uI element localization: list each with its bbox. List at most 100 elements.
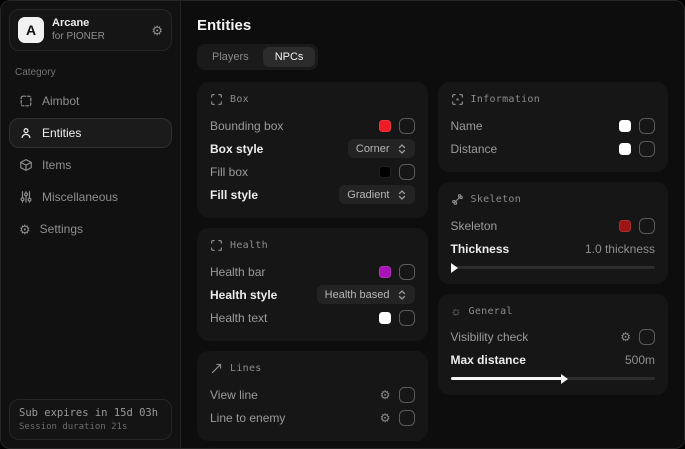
info-scan-icon xyxy=(451,93,464,106)
bone-icon xyxy=(451,193,464,206)
brand-text: Arcane for PIONER xyxy=(52,17,143,43)
sidebar-item-settings[interactable]: ⚙ Settings xyxy=(9,214,172,244)
sidebar: A Arcane for PIONER ⚙ Category Aimbot xyxy=(1,1,181,448)
checkbox[interactable] xyxy=(399,310,415,326)
right-column: Information Name Distance xyxy=(438,82,669,395)
setting-label: Line to enemy xyxy=(210,411,285,425)
setting-label: Max distance xyxy=(451,353,526,367)
dropdown-value: Health based xyxy=(325,289,390,301)
general-icon: ☼ xyxy=(451,305,462,317)
setting-row-thickness: Thickness 1.0 thickness xyxy=(451,237,656,260)
setting-row-name: Name xyxy=(451,114,656,137)
checkbox[interactable] xyxy=(399,264,415,280)
slider-handle[interactable] xyxy=(561,374,568,384)
subscription-card: Sub expires in 15d 03h Session duration … xyxy=(9,399,172,440)
section-title: Health xyxy=(230,240,268,251)
setting-label: Health text xyxy=(210,311,267,325)
color-swatch[interactable] xyxy=(379,166,391,178)
setting-row-visibility-check: Visibility check ⚙ xyxy=(451,325,656,348)
sidebar-item-label: Aimbot xyxy=(42,94,79,108)
slider-fill xyxy=(451,377,563,380)
setting-label: Fill style xyxy=(210,188,258,202)
setting-row-box-style: Box style Corner xyxy=(210,137,415,160)
setting-label: Distance xyxy=(451,142,498,156)
cube-icon xyxy=(19,158,33,172)
checkbox[interactable] xyxy=(399,164,415,180)
chevrons-up-down-icon xyxy=(397,144,407,154)
sidebar-item-entities[interactable]: Entities xyxy=(9,118,172,148)
tab-group: Players NPCs xyxy=(197,44,318,70)
session-duration-text: Session duration 21s xyxy=(19,422,162,432)
setting-row-view-line: View line ⚙ xyxy=(210,383,415,406)
fill-style-dropdown[interactable]: Gradient xyxy=(339,185,414,204)
gear-icon[interactable]: ⚙ xyxy=(151,24,163,37)
setting-label: Health bar xyxy=(210,265,265,279)
setting-row-fill-box: Fill box xyxy=(210,160,415,183)
sidebar-item-label: Items xyxy=(42,158,71,172)
setting-row-health-text: Health text xyxy=(210,306,415,329)
setting-label: Box style xyxy=(210,142,263,156)
gear-icon[interactable]: ⚙ xyxy=(620,331,631,343)
app-name: Arcane xyxy=(52,17,143,31)
sidebar-item-items[interactable]: Items xyxy=(9,150,172,180)
checkbox[interactable] xyxy=(399,118,415,134)
tab-players[interactable]: Players xyxy=(200,47,261,67)
thickness-slider[interactable] xyxy=(451,266,656,269)
sidebar-item-miscellaneous[interactable]: Miscellaneous xyxy=(9,182,172,212)
checkbox[interactable] xyxy=(399,410,415,426)
sidebar-item-label: Settings xyxy=(40,222,83,236)
color-swatch[interactable] xyxy=(619,143,631,155)
app-subtitle: for PIONER xyxy=(52,31,143,44)
setting-row-health-bar: Health bar xyxy=(210,260,415,283)
sub-expiry-text: Sub expires in 15d 03h xyxy=(19,407,162,419)
box-style-dropdown[interactable]: Corner xyxy=(348,139,415,158)
setting-label: Skeleton xyxy=(451,219,498,233)
gear-icon[interactable]: ⚙ xyxy=(380,412,391,424)
sidebar-nav: Aimbot Entities Items xyxy=(9,86,172,244)
sidebar-item-aimbot[interactable]: Aimbot xyxy=(9,86,172,116)
crosshair-icon xyxy=(19,94,33,108)
general-section: ☼ General Visibility check ⚙ Max distanc… xyxy=(438,294,669,395)
checkbox[interactable] xyxy=(639,329,655,345)
checkbox[interactable] xyxy=(639,218,655,234)
scan-brackets-icon xyxy=(210,239,223,252)
color-swatch[interactable] xyxy=(379,266,391,278)
setting-label: Health style xyxy=(210,288,277,302)
skeleton-section: Skeleton Skeleton Thickness 1.0 thicknes… xyxy=(438,182,669,284)
section-title: General xyxy=(469,306,513,317)
box-section: Box Bounding box Box style Corner xyxy=(197,82,428,218)
dropdown-value: Gradient xyxy=(347,189,389,201)
color-swatch[interactable] xyxy=(379,312,391,324)
main-content: Entities Players NPCs Box xyxy=(181,1,684,448)
information-section: Information Name Distance xyxy=(438,82,669,172)
color-swatch[interactable] xyxy=(619,220,631,232)
color-swatch[interactable] xyxy=(379,120,391,132)
gear-icon: ⚙ xyxy=(19,223,31,236)
setting-row-max-distance: Max distance 500m xyxy=(451,348,656,371)
slider-handle[interactable] xyxy=(451,263,458,273)
sidebar-item-label: Entities xyxy=(42,126,81,140)
checkbox[interactable] xyxy=(639,118,655,134)
setting-label: Bounding box xyxy=(210,119,283,133)
section-title: Box xyxy=(230,94,249,105)
color-swatch[interactable] xyxy=(619,120,631,132)
health-section: Health Health bar Health style Health ba… xyxy=(197,228,428,341)
health-style-dropdown[interactable]: Health based xyxy=(317,285,415,304)
checkbox[interactable] xyxy=(639,141,655,157)
setting-row-bounding-box: Bounding box xyxy=(210,114,415,137)
chevrons-up-down-icon xyxy=(397,190,407,200)
setting-label: Name xyxy=(451,119,483,133)
section-title: Lines xyxy=(230,363,262,374)
app-logo: A xyxy=(18,17,44,43)
setting-row-distance: Distance xyxy=(451,137,656,160)
app-window: A Arcane for PIONER ⚙ Category Aimbot xyxy=(0,0,685,449)
slider-value: 500m xyxy=(625,353,655,367)
max-distance-slider[interactable] xyxy=(451,377,656,380)
checkbox[interactable] xyxy=(399,387,415,403)
slider-value: 1.0 thickness xyxy=(585,242,655,256)
gear-icon[interactable]: ⚙ xyxy=(380,389,391,401)
tab-npcs[interactable]: NPCs xyxy=(263,47,316,67)
page-title: Entities xyxy=(197,17,668,34)
dropdown-value: Corner xyxy=(356,143,390,155)
section-title: Information xyxy=(471,94,541,105)
